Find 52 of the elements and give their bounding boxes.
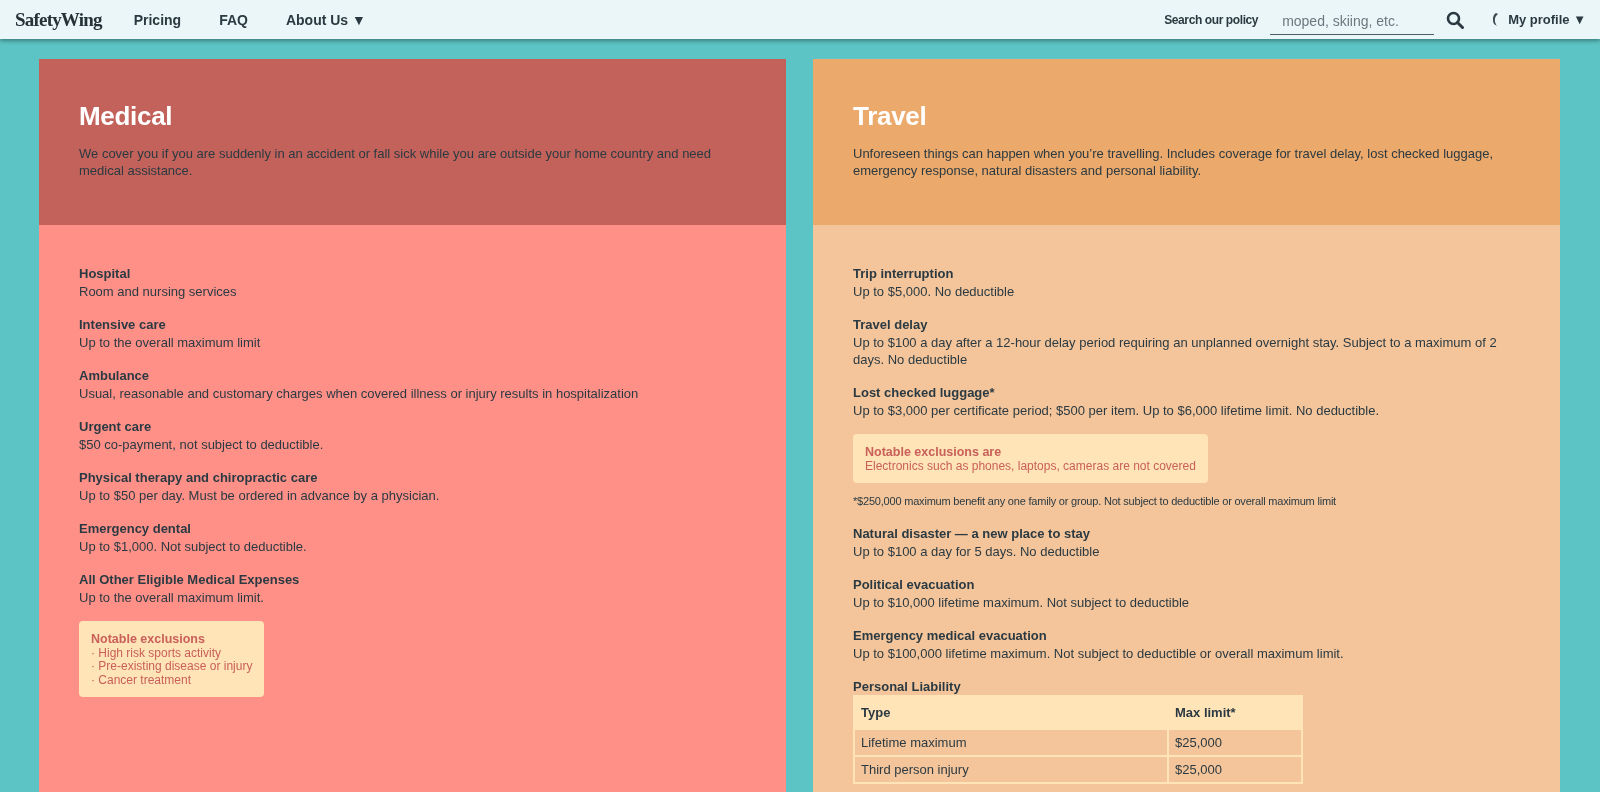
footnote: *$250,000 maximum benefit any one family or group. Not subject to deductible or overall maximum limit <box>853 495 1337 507</box>
table-cell: Third person injury <box>854 756 1168 783</box>
nav-dropdown[interactable]: About Us ▼ <box>285 11 366 28</box>
benefit-title: Trip interruption <box>853 265 955 282</box>
benefit-text: Up to $100 a day for 5 days. No deductible <box>853 543 1101 560</box>
benefit-text: $50 co-payment, not subject to deductible. <box>79 436 325 453</box>
profile-menu[interactable]: My profile ▼ <box>1492 12 1586 27</box>
benefit-title: Political evacuation <box>853 576 976 593</box>
benefit-text: Up to $1,000. Not subject to deductible. <box>79 538 308 555</box>
benefit-title: Emergency medical evacuation <box>853 627 1048 644</box>
exclusion-item: · Pre-existing disease or injury <box>91 660 253 674</box>
card-title: Medical <box>79 101 174 132</box>
benefit-title: Intensive care <box>79 316 167 333</box>
table-title: Personal Liability <box>853 678 962 695</box>
exclusion-item: · High risk sports activity <box>91 646 223 660</box>
benefit-title: All Other Eligible Medical Expenses <box>79 571 301 588</box>
exclusion-item: · Cancer treatment <box>91 673 193 687</box>
benefit-title: Natural disaster — a new place to stay <box>853 525 1091 542</box>
benefit-title: Ambulance <box>79 367 151 384</box>
search-icon[interactable] <box>1446 11 1465 29</box>
benefit-text: Up to the overall maximum limit. <box>79 589 265 606</box>
benefit-text: Up to $100 a day after a 12-hour delay period requiring an unplanned overnight stay. Subject to a maximum of 2 days. No deductible <box>853 334 1498 368</box>
benefit-text: Up to $100,000 lifetime maximum. Not subject to deductible or overall maximum limit. <box>853 645 1345 662</box>
card-title: Travel <box>853 101 928 132</box>
table-cell: $25,000 <box>1168 729 1302 756</box>
card-description: We cover you if you are suddenly in an accident or fall sick while you are outside your home country and need medical assistance. <box>79 145 713 179</box>
benefit-text: Room and nursing services <box>79 283 238 300</box>
exclusions-title: Notable exclusions <box>91 633 206 647</box>
benefit-title: Emergency dental <box>79 520 192 537</box>
table-cell: $25,000 <box>1168 756 1302 783</box>
nav-link[interactable]: FAQ <box>219 11 248 28</box>
search-label: Search our policy <box>1164 12 1259 27</box>
benefit-text: Up to the overall maximum limit <box>79 334 262 351</box>
table-cell: Lifetime maximum <box>854 729 1168 756</box>
benefit-title: Hospital <box>79 265 132 282</box>
benefit-title: Urgent care <box>79 418 153 435</box>
benefit-text: Usual, reasonable and customary charges when covered illness or injury results in hospitalization <box>79 385 640 402</box>
benefit-title: Lost checked luggage* <box>853 384 996 401</box>
benefit-title: Travel delay <box>853 316 929 333</box>
logo[interactable]: SafetyWing <box>15 8 102 31</box>
benefit-title: Physical therapy and chiropractic care <box>79 469 319 486</box>
benefit-text: Up to $5,000. No deductible <box>853 283 1016 300</box>
column-header: Max limit* <box>1168 696 1302 729</box>
search-field[interactable]: moped, skiing, etc. <box>1270 8 1435 35</box>
nav-link[interactable]: Pricing <box>133 11 182 28</box>
card-description: Unforeseen things can happen when you’re travelling. Includes coverage for travel delay, lost checked luggage, emergency response, natural disasters and personal liability. <box>853 145 1495 179</box>
benefit-text: Up to $3,000 per certificate period; $500 per item. Up to $6,000 lifetime limit. No deductible. <box>853 402 1381 419</box>
exclusion-item: Electronics such as phones, laptops, cameras are not covered <box>865 459 1196 473</box>
benefit-text: Up to $50 per day. Must be ordered in advance by a physician. <box>79 487 441 504</box>
benefit-text: Up to $10,000 lifetime maximum. Not subject to deductible <box>853 594 1190 611</box>
exclusions-title: Notable exclusions are <box>865 446 1003 460</box>
column-header: Type <box>854 696 1168 729</box>
